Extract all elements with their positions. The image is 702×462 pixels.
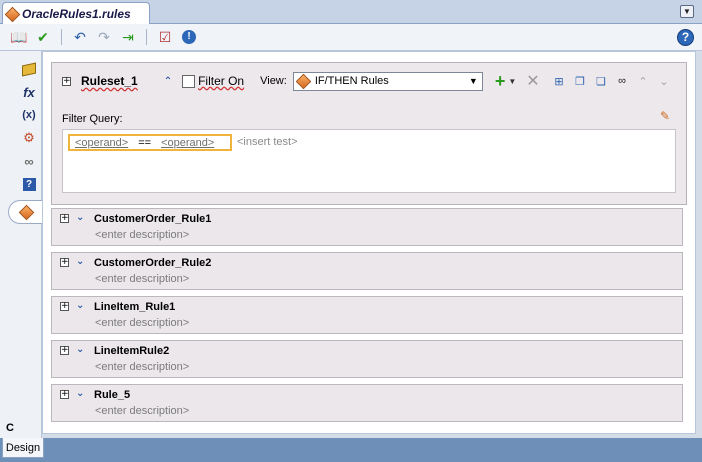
view-selected-value: IF/THEN Rules <box>314 75 389 87</box>
rules-content-panel: + Ruleset_1 ⌃ Filter On View: IF/THEN Ru… <box>42 51 696 434</box>
move-down-icon[interactable]: ⌄ <box>656 73 672 89</box>
rule-description[interactable]: <enter description> <box>95 361 189 373</box>
tab-design[interactable]: Design <box>2 438 44 458</box>
tab-menu-button[interactable]: ▼ <box>680 5 694 18</box>
ruleset-name[interactable]: Ruleset_1 <box>81 74 138 88</box>
ruleset-icon <box>18 204 35 220</box>
chevron-down-icon[interactable]: ⌄ <box>76 212 84 223</box>
tab-label: OracleRules1.rules <box>22 7 131 21</box>
filter-on-label[interactable]: Filter On <box>198 74 244 88</box>
redo-icon[interactable]: ↷ <box>95 28 113 46</box>
rule-description[interactable]: <enter description> <box>95 317 189 329</box>
add-dropdown-icon[interactable]: ▼ <box>508 77 516 86</box>
left-rail: fx (x) ⚙ ∞ ? C <box>0 51 44 438</box>
filter-on-checkbox[interactable] <box>182 74 196 88</box>
expand-rule-icon[interactable]: + <box>60 214 69 223</box>
facts-icon[interactable]: ⚙ <box>20 129 38 147</box>
eraser-icon[interactable]: ✎ <box>660 109 676 123</box>
expand-rule-icon[interactable]: + <box>60 258 69 267</box>
glasses-icon[interactable]: ∞ <box>614 73 630 89</box>
ruleset-tab[interactable] <box>8 200 44 224</box>
paste-icon[interactable]: ❏ <box>593 73 609 89</box>
links-icon[interactable]: ∞ <box>20 152 38 170</box>
rule-description[interactable]: <enter description> <box>95 229 189 241</box>
add-rule-icon[interactable]: + <box>495 72 506 90</box>
dictionary-icon[interactable] <box>20 60 38 78</box>
expand-rule-icon[interactable]: + <box>60 390 69 399</box>
expand-rule-icon[interactable]: + <box>60 302 69 311</box>
rule-name[interactable]: LineItemRule2 <box>94 345 169 357</box>
rule-row: + ⌄ LineItem_Rule1 <enter description> <box>51 296 683 334</box>
help-icon[interactable]: ? <box>677 29 694 46</box>
operator[interactable]: == <box>138 137 151 149</box>
rule-name[interactable]: Rule_5 <box>94 389 130 401</box>
rules-file-icon <box>4 6 21 22</box>
rule-row: + ⌄ CustomerOrder_Rule2 <enter descripti… <box>51 252 683 290</box>
view-option-icon <box>295 73 312 89</box>
chevron-down-icon[interactable]: ⌄ <box>76 256 84 267</box>
query-test[interactable]: <operand> == <operand> <box>68 134 232 151</box>
rail-letter: C <box>6 422 14 434</box>
ruleset-header: + Ruleset_1 ⌃ Filter On View: IF/THEN Ru… <box>62 71 678 91</box>
variables-icon[interactable]: (x) <box>20 106 38 124</box>
bottom-bar <box>0 438 702 462</box>
book-icon[interactable]: 📖 <box>10 28 28 46</box>
functions-icon[interactable]: fx <box>20 83 38 101</box>
copy-icon[interactable]: ❐ <box>572 73 588 89</box>
insert-test[interactable]: <insert test> <box>237 136 298 148</box>
chevron-down-icon: ▼ <box>468 75 478 86</box>
view-select[interactable]: IF/THEN Rules ▼ <box>292 71 483 91</box>
expand-all-icon[interactable]: ⊞ <box>551 73 567 89</box>
rule-name[interactable]: CustomerOrder_Rule1 <box>94 213 211 225</box>
rule-row: + ⌄ CustomerOrder_Rule1 <enter descripti… <box>51 208 683 246</box>
delete-icon[interactable]: ✕ <box>526 71 539 91</box>
tab-oraclerules1[interactable]: OracleRules1.rules <box>2 2 150 25</box>
rule-row: + ⌄ Rule_5 <enter description> <box>51 384 683 422</box>
info-icon[interactable]: ! <box>180 28 198 46</box>
rule-row: + ⌄ LineItemRule2 <enter description> <box>51 340 683 378</box>
chevron-up-icon[interactable]: ⌃ <box>164 76 172 87</box>
expand-ruleset-icon[interactable]: + <box>62 76 71 86</box>
export-icon[interactable]: ⇥ <box>119 28 137 46</box>
view-label: View: <box>260 75 287 87</box>
undo-icon[interactable]: ↶ <box>71 28 89 46</box>
validate-check-icon[interactable]: ✔ <box>34 28 52 46</box>
left-operand[interactable]: <operand> <box>75 137 128 149</box>
ruleset-actions: ⊞ ❐ ❏ ∞ ⌃ ⌄ <box>551 71 672 91</box>
toolbar-separator <box>146 29 147 45</box>
filter-query-editor[interactable]: <operand> == <operand> <insert test> <box>62 129 676 193</box>
expand-rule-icon[interactable]: + <box>60 346 69 355</box>
filter-query-label: Filter Query: <box>62 113 123 125</box>
toolbar-separator <box>61 29 62 45</box>
rule-description[interactable]: <enter description> <box>95 273 189 285</box>
report-icon[interactable]: ☑ <box>156 28 174 46</box>
chevron-down-icon[interactable]: ⌄ <box>76 388 84 399</box>
editor-window: OracleRules1.rules ▼ 📖 ✔ ↶ ↷ ⇥ ☑ ! ? fx … <box>0 0 702 462</box>
help-doc-icon[interactable]: ? <box>20 175 38 193</box>
ruleset-panel: + Ruleset_1 ⌃ Filter On View: IF/THEN Ru… <box>51 62 687 205</box>
chevron-down-icon[interactable]: ⌄ <box>76 344 84 355</box>
editor-tab-strip: OracleRules1.rules ▼ <box>0 0 702 25</box>
rule-name[interactable]: LineItem_Rule1 <box>94 301 175 313</box>
chevron-down-icon[interactable]: ⌄ <box>76 300 84 311</box>
move-up-icon[interactable]: ⌃ <box>635 73 651 89</box>
rule-description[interactable]: <enter description> <box>95 405 189 417</box>
main-toolbar: 📖 ✔ ↶ ↷ ⇥ ☑ ! <box>0 24 702 51</box>
right-operand[interactable]: <operand> <box>161 137 214 149</box>
rule-name[interactable]: CustomerOrder_Rule2 <box>94 257 211 269</box>
